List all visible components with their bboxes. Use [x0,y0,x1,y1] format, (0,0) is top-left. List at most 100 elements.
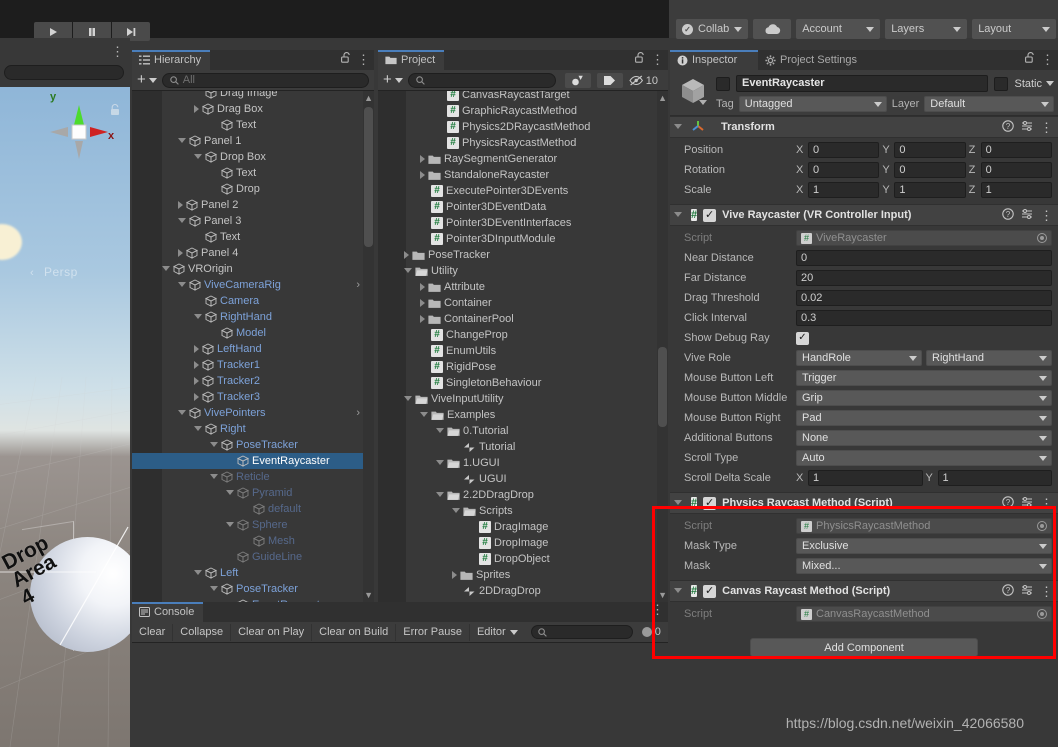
tag-dropdown[interactable]: Untagged [738,96,887,112]
enum-dropdown[interactable]: Exclusive [796,538,1052,554]
scene-orientation-gizmo[interactable] [46,99,112,165]
project-row-containerpool[interactable]: ContainerPool [378,311,668,327]
project-row-dropimage[interactable]: # DropImage [378,535,668,551]
hierarchy-row-posetracker[interactable]: PoseTracker [132,437,374,453]
filter-by-type-button[interactable] [564,73,591,88]
static-dropdown[interactable]: Static [1014,78,1054,90]
project-row-posetracker[interactable]: PoseTracker [378,247,668,263]
object-picker-icon[interactable] [1037,233,1047,243]
project-row-container[interactable]: Container [378,295,668,311]
layout-button[interactable]: Layout [972,19,1057,39]
component-enabled-checkbox[interactable]: ✓ [703,208,717,222]
project-row-0-tutorial[interactable]: 0.Tutorial [378,423,668,439]
help-icon[interactable]: ? [1002,583,1014,599]
chevron-right-icon[interactable] [194,377,199,385]
project-row-sprites[interactable]: Sprites [378,567,668,583]
filter-by-label-button[interactable] [596,73,623,88]
chevron-right-icon[interactable] [194,345,199,353]
collab-button[interactable]: ✓ Collab [676,19,749,39]
account-button[interactable]: Account [796,19,881,39]
hierarchy-row-drag-box[interactable]: Drag Box [132,101,374,117]
chevron-down-icon[interactable] [674,499,682,509]
chevron-down-icon[interactable] [226,489,234,499]
object-field[interactable]: # PhysicsRaycastMethod [796,518,1052,534]
help-icon[interactable]: ? [1002,495,1014,511]
tab-project[interactable]: Project [378,50,445,70]
enum-dropdown[interactable]: HandRole [796,350,922,366]
hierarchy-row-vivecamerarig[interactable]: ViveCameraRig › [132,277,374,293]
console-collapse-button[interactable]: Collapse [173,623,232,641]
project-row-pointer3dinputmodule[interactable]: # Pointer3DInputModule [378,231,668,247]
chevron-down-icon[interactable] [178,137,186,147]
object-field[interactable]: # CanvasRaycastMethod [796,606,1052,622]
chevron-right-icon[interactable] [404,251,409,259]
help-icon[interactable]: ? [1002,119,1014,135]
chevron-down-icon[interactable] [162,265,170,275]
static-checkbox[interactable] [994,76,1009,91]
chevron-right-icon[interactable] [194,393,199,401]
object-picker-icon[interactable] [1037,521,1047,531]
chevron-down-icon[interactable] [194,153,202,163]
kebab-icon[interactable]: ⋮ [1040,121,1053,134]
chevron-down-icon[interactable] [436,427,444,437]
vector-x-input[interactable]: 0 [808,142,880,158]
hierarchy-tree[interactable]: Drag Image Drag Box Text Panel 1 Drop Box Tex… [132,91,374,602]
hierarchy-row-model[interactable]: Model [132,325,374,341]
enum-dropdown[interactable]: Auto [796,450,1052,466]
chevron-right-icon[interactable] [178,201,183,209]
number-input[interactable]: 0.02 [796,290,1052,306]
hierarchy-row-panel-3[interactable]: Panel 3 [132,213,374,229]
kebab-icon[interactable]: ⋮ [1040,209,1053,222]
hierarchy-row-tracker1[interactable]: Tracker1 [132,357,374,373]
layers-button[interactable]: Layers [885,19,968,39]
persp-label[interactable]: Persp [44,265,78,279]
project-search-input[interactable] [407,72,556,88]
hierarchy-row-drag-image[interactable]: Drag Image [132,91,374,101]
kebab-icon[interactable]: ⋮ [651,603,664,616]
chevron-right-icon[interactable] [194,361,199,369]
hierarchy-row-vivepointers[interactable]: VivePointers › [132,405,374,421]
console-search-input[interactable] [530,625,633,639]
toggle-checkbox[interactable]: ✓ [796,331,809,345]
project-row-dropobject[interactable]: # DropObject [378,551,668,567]
number-input[interactable]: 20 [796,270,1052,286]
chevron-down-icon[interactable] [226,521,234,531]
chevron-down-icon[interactable] [194,569,202,579]
chevron-down-icon[interactable] [194,313,202,323]
tab-inspector[interactable]: Inspector [670,50,758,70]
enum-dropdown[interactable]: Mixed... [796,558,1052,574]
chevron-down-icon[interactable] [178,409,186,419]
enum-dropdown[interactable]: Pad [796,410,1052,426]
component-header[interactable]: # ✓ Physics Raycast Method (Script)? ⋮ [670,492,1058,514]
project-row-raysegmentgenerator[interactable]: RaySegmentGenerator [378,151,668,167]
kebab-icon[interactable]: ⋮ [1040,585,1053,598]
lock-open-icon[interactable] [341,52,351,66]
chevron-right-icon[interactable] [178,249,183,257]
hierarchy-row-text[interactable]: Text [132,229,374,245]
lock-icon[interactable] [110,104,120,119]
vector-x-input[interactable]: 0 [808,162,880,178]
add-gameobject-button[interactable]: + [137,72,157,87]
chevron-down-icon[interactable] [178,217,186,227]
chevron-right-icon[interactable] [420,283,425,291]
hierarchy-row-drop[interactable]: Drop [132,181,374,197]
hierarchy-row-right[interactable]: Right [132,421,374,437]
kebab-icon[interactable]: ⋮ [111,45,124,58]
chevron-down-icon[interactable] [420,411,428,421]
component-enabled-checkbox[interactable]: ✓ [703,584,717,598]
chevron-right-icon[interactable] [420,171,425,179]
chevron-right-icon[interactable] [420,299,425,307]
tab-console[interactable]: Console [132,602,204,622]
scene-view[interactable]: Drop Area 4 y x Persp ‹ [0,87,130,747]
component-header[interactable]: # ✓ Vive Raycaster (VR Controller Input)? ⋮ [670,204,1058,226]
preset-icon[interactable] [1021,120,1033,135]
console-clear-button[interactable]: Clear [132,623,174,641]
hierarchy-row-eventraycaster[interactable]: EventRaycaster [132,453,374,469]
preset-icon[interactable] [1021,496,1033,511]
chevron-down-icon[interactable] [699,100,707,105]
vector-z-input[interactable]: 0 [980,142,1052,158]
number-input[interactable]: 0 [796,250,1052,266]
kebab-icon[interactable]: ⋮ [357,53,370,66]
project-row-canvasraycasttarget[interactable]: # CanvasRaycastTarget [378,91,668,103]
add-component-button[interactable]: Add Component [750,638,978,657]
